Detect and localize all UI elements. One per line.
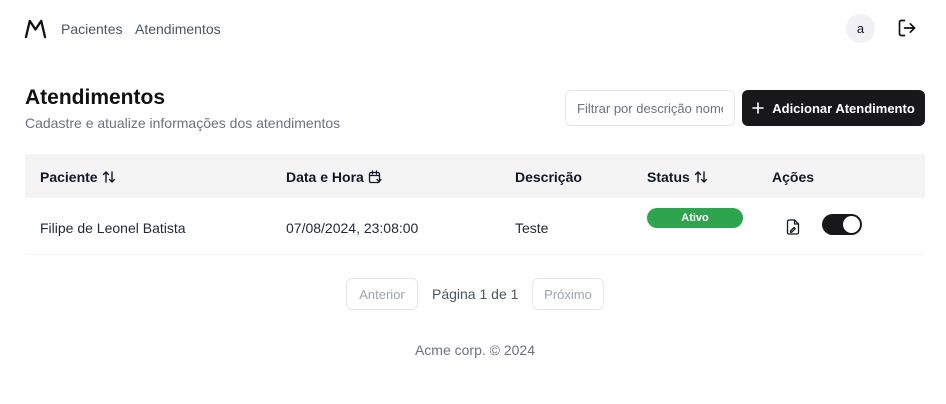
cell-paciente: Filipe de Leonel Batista (40, 220, 186, 236)
status-toggle[interactable] (822, 214, 862, 235)
add-atendimento-label: Adicionar Atendimento (772, 100, 915, 116)
nav-link-pacientes[interactable]: Pacientes (61, 21, 122, 37)
sort-arrows-icon[interactable] (694, 170, 708, 184)
toggle-knob (843, 216, 860, 233)
avatar[interactable]: a (846, 14, 875, 43)
page-title: Atendimentos (25, 86, 166, 109)
filter-input[interactable] (565, 90, 735, 126)
next-page-button[interactable]: Próximo (532, 278, 604, 310)
column-label: Descrição (515, 169, 582, 185)
column-header-data-hora[interactable]: Data e Hora (286, 169, 382, 185)
column-header-paciente[interactable]: Paciente (40, 169, 116, 185)
calendar-icon[interactable] (368, 170, 382, 184)
add-atendimento-button[interactable]: Adicionar Atendimento (742, 90, 925, 126)
column-label: Ações (772, 169, 815, 185)
footer-text: Acme corp. © 2024 (414, 342, 536, 358)
table-row: Filipe de Leonel Batista 07/08/2024, 23:… (25, 198, 925, 255)
column-label: Data e Hora (286, 169, 364, 185)
sort-arrows-icon[interactable] (102, 170, 116, 184)
table-header: Paciente Data e Hora Descrição Status Aç… (25, 154, 925, 198)
column-header-acoes: Ações (772, 169, 814, 185)
top-nav: Pacientes Atendimentos a (0, 0, 946, 58)
logout-icon[interactable] (897, 18, 917, 38)
column-label: Status (647, 169, 690, 185)
cell-descricao: Teste (515, 220, 549, 236)
nav-link-atendimentos[interactable]: Atendimentos (135, 21, 221, 37)
mountain-logo-icon[interactable] (24, 18, 47, 39)
page-subtitle: Cadastre e atualize informações dos aten… (25, 115, 341, 131)
column-header-status[interactable]: Status (647, 169, 708, 185)
pagination-info: Página 1 de 1 (432, 286, 519, 302)
plus-icon (752, 102, 765, 114)
column-header-descricao: Descrição (515, 169, 582, 185)
column-label: Paciente (40, 169, 98, 185)
previous-page-button[interactable]: Anterior (346, 278, 418, 310)
status-badge: Ativo (647, 208, 743, 228)
edit-document-icon[interactable] (786, 219, 800, 235)
cell-data-hora: 07/08/2024, 23:08:00 (286, 220, 419, 236)
